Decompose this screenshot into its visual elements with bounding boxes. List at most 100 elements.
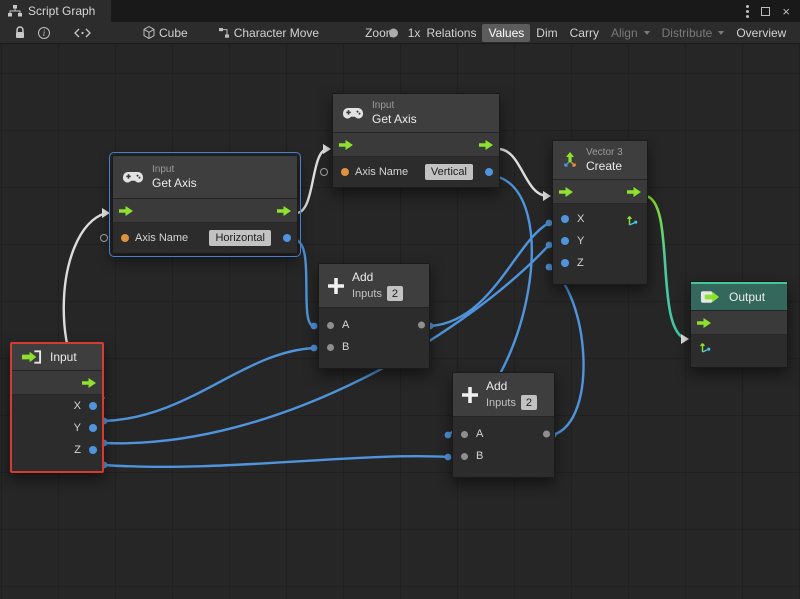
- inputs-label: Inputs: [486, 397, 516, 409]
- carry-button[interactable]: Carry: [564, 22, 605, 43]
- sum-port-dot[interactable]: [543, 431, 550, 438]
- sum-port-dot[interactable]: [418, 322, 425, 329]
- info-button[interactable]: i: [32, 22, 56, 43]
- info-icon: i: [38, 27, 50, 39]
- align-button[interactable]: Align: [605, 22, 656, 43]
- node-graph-output[interactable]: Output: [690, 281, 788, 368]
- vector3-icon: [562, 152, 578, 168]
- lock-button[interactable]: [8, 22, 32, 43]
- param-label: Axis Name: [355, 166, 408, 178]
- axis-name-row: Axis Name Vertical: [333, 157, 499, 187]
- distribute-button[interactable]: Distribute: [656, 22, 731, 43]
- plus-icon: [328, 278, 344, 294]
- node-get-axis-vertical[interactable]: Input Get Axis Axis Name Vertical: [332, 93, 500, 188]
- flow-out-arrow-icon[interactable]: [479, 140, 493, 150]
- port-b-label: B: [342, 341, 349, 353]
- port-y-label: Y: [74, 422, 81, 434]
- node-header[interactable]: Add Inputs 2: [453, 373, 554, 417]
- node-title: Add: [486, 379, 537, 393]
- node-header[interactable]: Input Get Axis: [333, 94, 499, 133]
- node-header[interactable]: Input Get Axis: [113, 156, 297, 199]
- node-add-1[interactable]: Add Inputs 2 A B: [318, 263, 430, 369]
- overview-button[interactable]: Overview: [730, 22, 792, 43]
- maximize-icon[interactable]: [761, 7, 770, 16]
- node-get-axis-horizontal[interactable]: Input Get Axis Axis Name Horizontal: [112, 155, 298, 254]
- port-row-b: B: [453, 445, 554, 467]
- node-add-2[interactable]: Add Inputs 2 A B: [452, 372, 555, 478]
- graph-canvas[interactable]: Input Get Axis Axis Name Vertical Input: [0, 44, 800, 599]
- node-header[interactable]: Add Inputs 2: [319, 264, 429, 308]
- port-x-label: X: [74, 400, 81, 412]
- y-port-dot[interactable]: [561, 237, 569, 245]
- chevron-down-icon: [644, 31, 650, 35]
- input-a-port-dot[interactable]: [461, 431, 468, 438]
- x-port-dot[interactable]: [561, 215, 569, 223]
- vector-output-axes-icon[interactable]: [626, 213, 639, 226]
- node-footer: [553, 274, 647, 284]
- param-label: Axis Name: [135, 232, 188, 244]
- unconnected-port-ring[interactable]: [100, 234, 108, 242]
- flow-in-arrow-icon[interactable]: [119, 206, 133, 216]
- port-a-label: A: [476, 428, 483, 440]
- chevron-down-icon: [718, 31, 724, 35]
- vector-input-axes-icon[interactable]: [699, 340, 712, 353]
- input-b-port-dot[interactable]: [327, 344, 334, 351]
- result-port-dot[interactable]: [283, 234, 291, 242]
- node-header[interactable]: Output: [691, 282, 787, 311]
- plus-icon: [462, 387, 478, 403]
- axis-name-field[interactable]: Vertical: [425, 164, 473, 180]
- wire-input-z-to-add2-b[interactable]: [101, 454, 452, 469]
- x-port-dot[interactable]: [89, 402, 97, 410]
- inputs-count-field[interactable]: 2: [521, 395, 537, 410]
- flow-in-arrow-icon[interactable]: [697, 318, 711, 328]
- flow-in-arrow-icon[interactable]: [559, 187, 573, 197]
- port-row-x: X: [553, 208, 647, 230]
- inputs-count-field[interactable]: 2: [387, 286, 403, 301]
- wire-getaxis-horizontal-to-vertical[interactable]: [296, 144, 331, 213]
- asset-label: Cube: [159, 26, 188, 40]
- string-port-dot[interactable]: [121, 234, 129, 242]
- close-icon[interactable]: ×: [782, 5, 790, 18]
- port-row-b: B: [319, 336, 429, 358]
- graph-output-icon: [700, 290, 721, 304]
- code-brackets-icon: [74, 28, 91, 38]
- zoom-slider-handle[interactable]: [389, 28, 398, 37]
- port-row-z: Z: [553, 252, 647, 274]
- relations-toggle-button[interactable]: [68, 22, 97, 43]
- result-port-dot[interactable]: [485, 168, 493, 176]
- axis-name-field[interactable]: Horizontal: [209, 230, 271, 246]
- node-vector3-create[interactable]: Vector 3 Create X Y Z: [552, 140, 648, 285]
- wire-add1-sum-to-vector3-x[interactable]: [427, 220, 553, 330]
- graph-breadcrumb[interactable]: Character Move: [212, 22, 325, 43]
- z-port-dot[interactable]: [89, 446, 97, 454]
- flow-out-arrow-icon[interactable]: [627, 187, 641, 197]
- node-header[interactable]: Input: [12, 344, 102, 371]
- y-port-dot[interactable]: [89, 424, 97, 432]
- node-footer: [691, 357, 787, 367]
- tab-script-graph[interactable]: Script Graph: [0, 0, 111, 22]
- flow-out-arrow-icon[interactable]: [277, 206, 291, 216]
- dim-button[interactable]: Dim: [530, 22, 563, 43]
- input-b-port-dot[interactable]: [461, 453, 468, 460]
- node-footer: [453, 467, 554, 477]
- wire-vector3-to-output[interactable]: [646, 196, 689, 344]
- flow-out-arrow-icon[interactable]: [82, 378, 96, 388]
- unconnected-port-ring[interactable]: [320, 168, 328, 176]
- menu-kebab-icon[interactable]: [746, 5, 749, 18]
- flow-port-row: [12, 371, 102, 395]
- wire-getaxis-vertical-to-vector3[interactable]: [498, 149, 551, 201]
- port-row-a: A: [319, 314, 429, 336]
- window-controls: ×: [746, 0, 800, 22]
- node-header[interactable]: Vector 3 Create: [553, 141, 647, 180]
- port-row-y: Y: [12, 417, 102, 439]
- flow-in-arrow-icon[interactable]: [339, 140, 353, 150]
- cube-icon: [143, 26, 155, 39]
- node-graph-input[interactable]: Input X Y Z: [10, 342, 104, 473]
- relations-button[interactable]: Relations: [420, 22, 482, 43]
- asset-breadcrumb[interactable]: Cube: [137, 22, 194, 43]
- port-y-label: Y: [577, 235, 584, 247]
- values-button[interactable]: Values: [482, 24, 530, 42]
- input-a-port-dot[interactable]: [327, 322, 334, 329]
- z-port-dot[interactable]: [561, 259, 569, 267]
- string-port-dot[interactable]: [341, 168, 349, 176]
